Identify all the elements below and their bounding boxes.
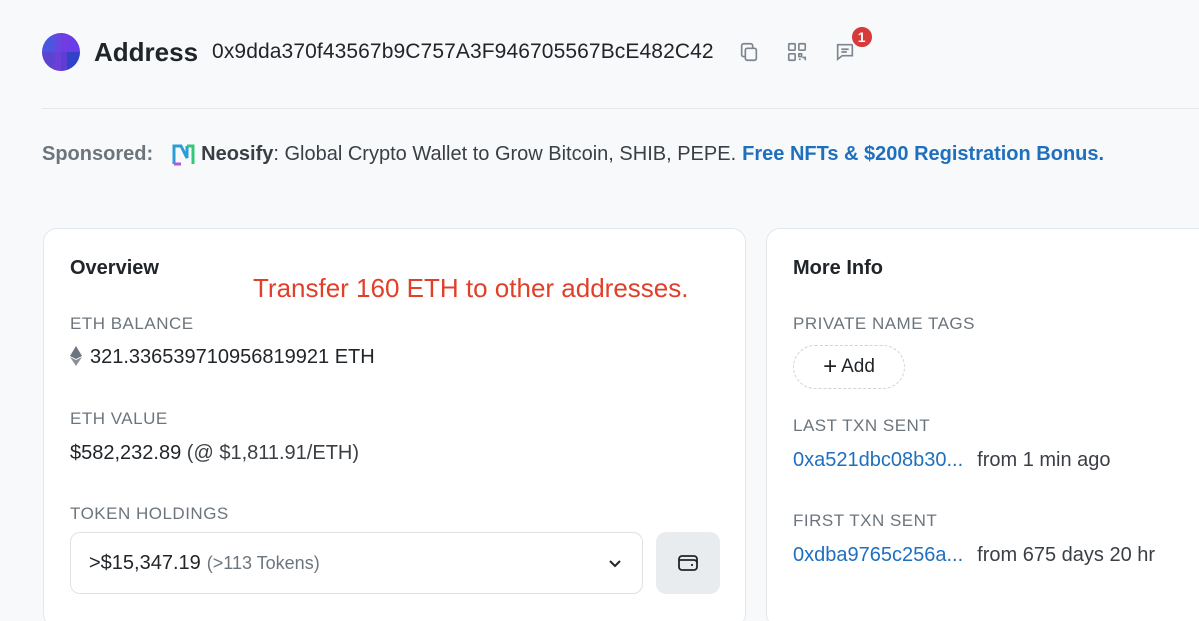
token-holdings-count: (>113 Tokens) (206, 552, 320, 573)
overview-card: Overview Transfer 160 ETH to other addre… (43, 228, 746, 621)
last-txn-link[interactable]: 0xa521dbc08b30... (793, 449, 963, 472)
eth-balance: 321.336539710956819921 ETH (70, 346, 375, 369)
first-txn-age: from 675 days 20 hr (977, 544, 1156, 566)
sponsor-text: : Global Crypto Wallet to Grow Bitcoin, … (273, 142, 737, 165)
header-divider (42, 108, 1199, 109)
overview-title: Overview (70, 257, 159, 279)
transfer-annotation: Transfer 160 ETH to other addresses. (253, 273, 689, 303)
eth-value: $582,232.89 (@ $1,811.91/ETH) (70, 442, 359, 465)
token-holdings-label: TOKEN HOLDINGS (70, 504, 229, 523)
qr-code-icon[interactable] (784, 39, 810, 65)
first-txn-label: FIRST TXN SENT (793, 511, 938, 530)
eth-value-amount: $582,232.89 (70, 442, 182, 464)
token-holdings-value: >$15,347.19 (89, 551, 201, 574)
more-info-title: More Info (793, 257, 883, 279)
first-txn-link[interactable]: 0xdba9765c256a... (793, 544, 963, 567)
private-name-tags-label: PRIVATE NAME TAGS (793, 314, 975, 333)
chevron-down-icon (609, 560, 621, 568)
page-title: Address (94, 36, 199, 67)
address-avatar (42, 33, 80, 71)
add-button-label: Add (841, 356, 875, 377)
last-txn-row: 0xa521dbc08b30... from 1 min ago (793, 449, 1111, 472)
token-holdings-dropdown[interactable]: >$15,347.19 (>113 Tokens) (70, 532, 643, 594)
last-txn-age: from 1 min ago (977, 449, 1111, 471)
wallet-icon (678, 555, 698, 571)
address-header: Address 0x9dda370f43567b9C757A3F94670556… (42, 25, 874, 72)
more-info-card: More Info PRIVATE NAME TAGS + Add LAST T… (766, 228, 1199, 621)
neosify-logo-icon (172, 144, 195, 166)
add-name-tag-button[interactable]: + Add (793, 345, 905, 389)
last-txn-label: LAST TXN SENT (793, 416, 931, 435)
eth-value-label: ETH VALUE (70, 409, 168, 428)
sponsor-link[interactable]: Free NFTs & $200 Registration Bonus. (742, 143, 1104, 166)
sponsored-label: Sponsored: (42, 142, 154, 165)
comment-icon[interactable]: 1 (832, 25, 874, 65)
plus-icon: + (823, 353, 838, 380)
first-txn-row: 0xdba9765c256a... from 675 days 20 hr (793, 544, 1155, 567)
eth-balance-value: 321.336539710956819921 ETH (90, 346, 375, 368)
sponsor-name: Neosify (201, 142, 274, 165)
notification-badge: 1 (849, 25, 874, 49)
sponsored-banner: Sponsored: Neosify : Global Crypto Walle… (42, 140, 1104, 168)
eth-balance-label: ETH BALANCE (70, 314, 194, 333)
copy-icon[interactable] (736, 39, 762, 65)
address-hash: 0x9dda370f43567b9C757A3F946705567BcE482C… (212, 40, 714, 63)
wallet-button[interactable] (656, 532, 720, 594)
ethereum-icon (70, 346, 82, 366)
eth-value-rate: (@ $1,811.91/ETH) (186, 442, 360, 464)
